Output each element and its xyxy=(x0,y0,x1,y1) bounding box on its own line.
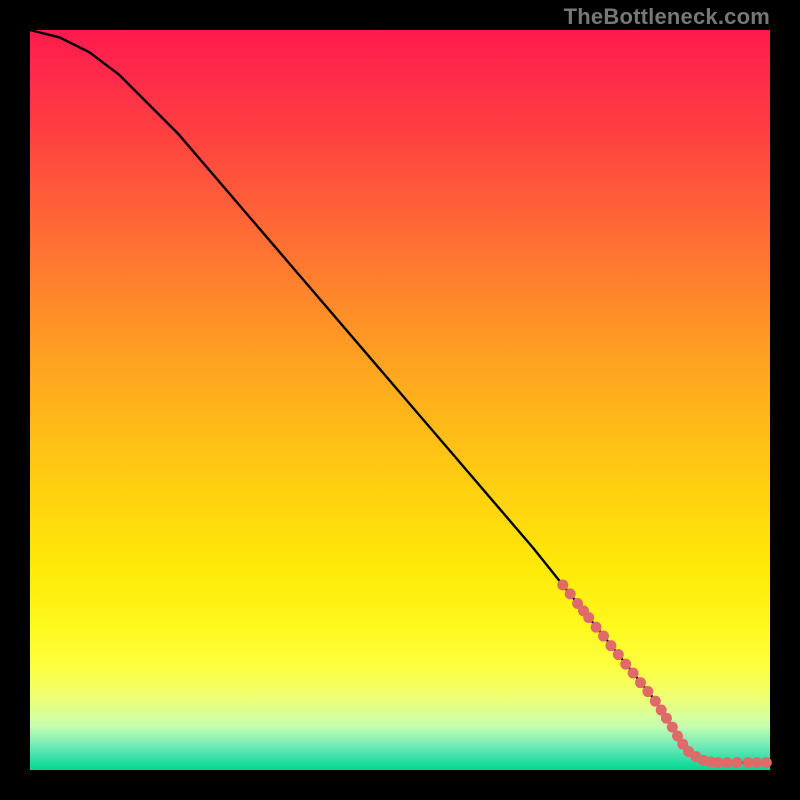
data-marker xyxy=(761,757,772,768)
data-marker xyxy=(635,677,646,688)
data-marker xyxy=(591,622,602,633)
data-marker xyxy=(731,757,742,768)
marker-group xyxy=(557,580,772,769)
watermark-text: TheBottleneck.com xyxy=(564,4,770,30)
data-marker xyxy=(565,588,576,599)
plot-area xyxy=(30,30,770,770)
data-marker xyxy=(628,668,639,679)
data-marker xyxy=(613,649,624,660)
chart-svg xyxy=(30,30,770,770)
data-marker xyxy=(583,612,594,623)
data-marker xyxy=(722,757,733,768)
data-marker xyxy=(642,686,653,697)
data-marker xyxy=(557,580,568,591)
data-marker xyxy=(620,659,631,670)
data-marker xyxy=(598,631,609,642)
curve-line xyxy=(30,30,770,763)
chart-stage: TheBottleneck.com xyxy=(0,0,800,800)
data-marker xyxy=(605,640,616,651)
data-marker xyxy=(751,757,762,768)
